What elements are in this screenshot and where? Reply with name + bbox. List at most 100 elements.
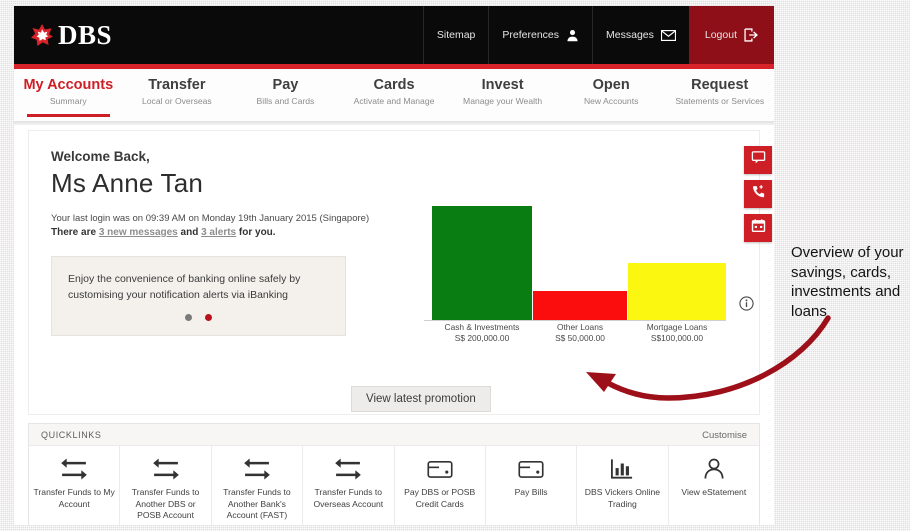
quicklink-view-estatement-label: View eStatement [681, 487, 747, 497]
quicklink-transfer-dbs-posb-label: Transfer Funds to Another DBS or POSB Ac… [131, 487, 200, 520]
tab-cards-sub: Activate and Manage [353, 96, 435, 106]
quicklink-pay-bills[interactable]: Pay Bills [486, 446, 578, 525]
annotation-text: Overview of your savings, cards, investm… [791, 244, 904, 320]
tab-invest-title: Invest [481, 77, 524, 93]
calendar-icon [751, 218, 766, 238]
book-appointment-tab[interactable] [744, 214, 772, 242]
accounts-bar-chart: Cash & Investments S$ 200,000.00 Other L… [424, 206, 754, 344]
tab-cards[interactable]: Cards Activate and Manage [340, 69, 449, 121]
chart-label-cash-investments: Cash & Investments S$ 200,000.00 [432, 322, 532, 344]
bar-other-loans[interactable] [533, 291, 627, 320]
welcome-greeting: Welcome Back, [51, 149, 150, 164]
quicklinks-panel: QUICKLINKS Customise Transfer Funds to M… [28, 423, 760, 525]
alerts-link[interactable]: 3 alerts [201, 227, 236, 238]
tab-transfer-sub: Local or Overseas [141, 96, 212, 106]
quicklink-transfer-dbs-posb[interactable]: Transfer Funds to Another DBS or POSB Ac… [120, 446, 212, 525]
chart-label-cash-investments-value: S$ 200,000.00 [454, 333, 510, 343]
messages-suffix: for you. [236, 227, 276, 238]
top-utility-nav: Sitemap Preferences Messages Logout [422, 6, 774, 64]
card-wallet-icon [395, 456, 485, 482]
envelope-icon [660, 29, 676, 41]
chart-label-other-loans-name: Other Loans [556, 322, 604, 332]
tab-my-accounts-sub: Summary [49, 96, 87, 106]
tab-request-title: Request [691, 77, 749, 93]
topnav-logout-label: Logout [704, 29, 737, 41]
transfer-arrows-icon [29, 456, 119, 482]
summary-card: Welcome Back, Ms Anne Tan Your last logi… [28, 130, 760, 415]
call-back-tab[interactable] [744, 180, 772, 208]
promo-banner[interactable]: Enjoy the convenience of banking online … [51, 256, 346, 336]
tab-invest-sub: Manage your Wealth [463, 96, 543, 106]
last-login-text: Your last login was on 09:39 AM on Monda… [51, 213, 370, 224]
phone-callback-icon [751, 184, 766, 204]
chat-bubble-icon [751, 150, 766, 170]
user-icon [566, 29, 579, 42]
new-messages-link[interactable]: 3 new messages [99, 227, 178, 238]
topnav-messages[interactable]: Messages [592, 6, 689, 64]
live-chat-tab[interactable] [744, 146, 772, 174]
quicklinks-customise-link[interactable]: Customise [702, 430, 747, 441]
topnav-sitemap[interactable]: Sitemap [422, 6, 489, 64]
chart-category-labels: Cash & Investments S$ 200,000.00 Other L… [424, 320, 726, 344]
quicklink-pay-credit-cards-label: Pay DBS or POSB Credit Cards [404, 487, 476, 509]
quicklink-vickers-trading-label: DBS Vickers Online Trading [584, 487, 661, 509]
quicklink-vickers-trading[interactable]: DBS Vickers Online Trading [577, 446, 669, 525]
chart-label-mortgage-loans-value: S$100,000.00 [650, 333, 704, 343]
tab-pay-sub: Bills and Cards [256, 96, 315, 106]
quicklink-transfer-my-account[interactable]: Transfer Funds to My Account [29, 446, 121, 525]
welcome-block: Welcome Back, Ms Anne Tan [51, 149, 203, 199]
messages-mid: and [177, 227, 202, 238]
quicklink-pay-credit-cards[interactable]: Pay DBS or POSB Credit Cards [395, 446, 486, 525]
bar-cash-investments[interactable] [432, 206, 532, 320]
quicklink-transfer-other-bank-fast[interactable]: Transfer Funds to Another Bank's Account… [212, 446, 304, 525]
quicklink-pay-bills-label: Pay Bills [514, 487, 548, 497]
welcome-user-name: Ms Anne Tan [51, 168, 204, 198]
quicklinks-items: Transfer Funds to My Account Transfer Fu… [29, 446, 759, 525]
quicklink-view-estatement[interactable]: View eStatement [669, 446, 759, 525]
top-header-bar: DBS Sitemap Preferences Messages Logout [14, 6, 774, 64]
topnav-sitemap-label: Sitemap [436, 29, 476, 41]
tab-transfer[interactable]: Transfer Local or Overseas [123, 69, 232, 121]
quicklinks-title: QUICKLINKS [41, 430, 102, 440]
messages-prefix: There are [51, 227, 99, 238]
info-circle-icon[interactable] [739, 296, 754, 316]
tab-my-accounts-title: My Accounts [23, 77, 114, 93]
card-wallet-icon [486, 456, 576, 482]
topnav-preferences-label: Preferences [502, 29, 560, 41]
tab-open[interactable]: Open New Accounts [557, 69, 666, 121]
quicklink-transfer-overseas-label: Transfer Funds to Overseas Account [313, 487, 384, 509]
promo-carousel-dots [52, 308, 345, 326]
person-icon [669, 456, 759, 482]
view-latest-promotion-button[interactable]: View latest promotion [351, 386, 491, 412]
tab-request[interactable]: Request Statements or Services [665, 69, 774, 121]
dbs-logo[interactable]: DBS [30, 21, 112, 49]
main-nav-tabs: My Accounts Summary Transfer Local or Ov… [14, 69, 774, 121]
quicklink-transfer-other-bank-fast-label: Transfer Funds to Another Bank's Account… [223, 487, 291, 520]
bar-chart-icon [577, 456, 667, 482]
dbs-star-icon [30, 23, 54, 47]
floating-service-tabs [744, 146, 772, 248]
promo-dot-1[interactable] [185, 314, 193, 321]
tab-open-sub: New Accounts [583, 96, 639, 106]
promo-dot-2[interactable] [204, 314, 212, 321]
topnav-preferences[interactable]: Preferences [488, 6, 592, 64]
tab-invest[interactable]: Invest Manage your Wealth [448, 69, 557, 121]
promo-text: Enjoy the convenience of banking online … [68, 273, 301, 301]
bar-mortgage-loans[interactable] [628, 263, 726, 320]
topnav-messages-label: Messages [606, 29, 654, 41]
transfer-arrows-icon [120, 456, 210, 482]
transfer-arrows-icon [303, 456, 393, 482]
tab-my-accounts[interactable]: My Accounts Summary [14, 69, 123, 121]
screenshot-root: DBS Sitemap Preferences Messages Logout … [0, 0, 910, 531]
tab-pay-title: Pay [272, 77, 299, 93]
tabs-divider [14, 121, 774, 125]
chart-label-cash-investments-name: Cash & Investments [444, 322, 520, 332]
topnav-logout[interactable]: Logout [688, 6, 774, 64]
chart-label-mortgage-loans: Mortgage Loans S$100,000.00 [628, 322, 726, 344]
quicklink-transfer-my-account-label: Transfer Funds to My Account [33, 487, 115, 509]
chart-label-other-loans-value: S$ 50,000.00 [555, 333, 605, 343]
chart-label-mortgage-loans-name: Mortgage Loans [646, 322, 708, 332]
tab-pay[interactable]: Pay Bills and Cards [231, 69, 340, 121]
chart-label-other-loans: Other Loans S$ 50,000.00 [533, 322, 627, 344]
quicklink-transfer-overseas[interactable]: Transfer Funds to Overseas Account [303, 446, 395, 525]
